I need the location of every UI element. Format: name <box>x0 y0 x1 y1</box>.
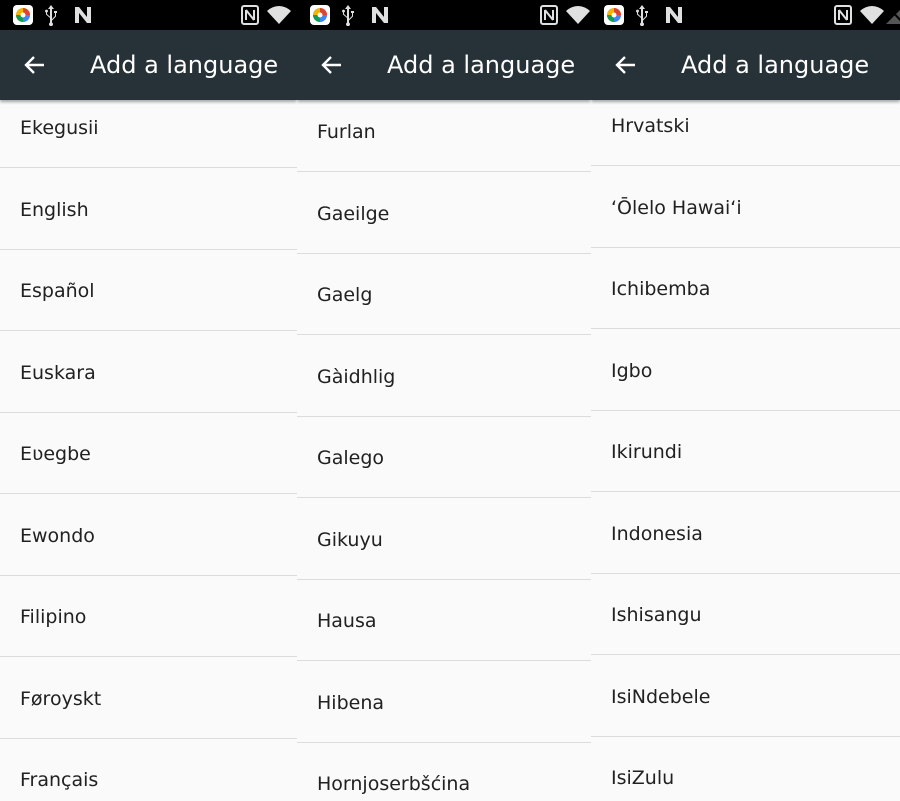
language-list-item[interactable]: Euskara <box>0 332 297 413</box>
language-name: ʻŌlelo Hawaiʻi <box>611 196 742 219</box>
language-list-item[interactable]: Hornjoserbšćina <box>297 743 591 801</box>
language-list-item[interactable]: Gàidhlig <box>297 336 591 417</box>
screen-panel-2: Add a language Furlan Gaeilge Gaelg Gàidhlig… <box>297 0 591 801</box>
language-list-item[interactable]: Ishisangu <box>591 574 900 655</box>
app-bar: Add a language <box>297 30 591 100</box>
language-list-item[interactable]: Eʋegbe <box>0 413 297 494</box>
language-name: Ekegusii <box>20 117 99 139</box>
language-name: Føroyskt <box>20 687 102 710</box>
language-list-item[interactable]: English <box>0 169 297 250</box>
language-name: Hrvatski <box>611 115 690 137</box>
language-list-item[interactable]: Ewondo <box>0 495 297 576</box>
language-name: Gikuyu <box>317 528 383 551</box>
language-name: IsiZulu <box>611 767 675 789</box>
app-notification-icon <box>309 4 331 30</box>
language-list-item[interactable]: Hibena <box>297 662 591 743</box>
language-list-item[interactable]: Føroyskt <box>0 658 297 739</box>
language-name: Filipino <box>20 606 87 628</box>
app-bar: Add a language <box>591 30 900 100</box>
language-name: IsiNdebele <box>611 685 711 708</box>
language-name: Hibena <box>317 691 385 714</box>
language-name: Español <box>20 280 95 302</box>
usb-icon <box>42 4 60 30</box>
back-arrow-icon[interactable] <box>319 53 345 77</box>
page-title: Add a language <box>90 51 279 79</box>
nfc-icon <box>833 4 853 30</box>
language-name: Hausa <box>317 610 377 632</box>
language-list-item[interactable]: Furlan <box>297 91 591 172</box>
language-list-item[interactable]: Ikirundi <box>591 411 900 492</box>
language-name: Ichibemba <box>611 278 711 300</box>
signal-icon <box>885 4 900 30</box>
language-name: English <box>20 198 89 221</box>
language-name: Eʋegbe <box>20 443 91 465</box>
language-name: Ewondo <box>20 524 95 547</box>
app-bar: Add a language <box>0 30 297 100</box>
language-list-item[interactable]: Hausa <box>297 580 591 661</box>
language-name: Gàidhlig <box>317 365 396 388</box>
language-name: Euskara <box>20 361 96 384</box>
app-notification-icon <box>603 4 625 30</box>
n-notification-icon <box>72 4 94 30</box>
app-notification-icon <box>12 4 34 30</box>
nfc-icon <box>240 4 260 30</box>
language-name: Ishisangu <box>611 604 702 626</box>
language-name: Furlan <box>317 121 376 143</box>
language-name: Igbo <box>611 359 653 382</box>
language-name: Gaelg <box>317 284 373 306</box>
status-bar <box>591 0 900 30</box>
language-name: Indonesia <box>611 522 703 545</box>
language-name: Français <box>20 769 99 791</box>
language-list-item[interactable]: Gaeilge <box>297 173 591 254</box>
n-notification-icon <box>663 4 685 30</box>
language-list-item[interactable]: Igbo <box>591 330 900 411</box>
nfc-icon <box>539 4 559 30</box>
language-name: Ikirundi <box>611 441 683 463</box>
back-arrow-icon[interactable] <box>22 53 48 77</box>
language-list-item[interactable]: Gikuyu <box>297 499 591 580</box>
language-list-item[interactable]: Ichibemba <box>591 248 900 329</box>
usb-icon <box>633 4 651 30</box>
language-list-item[interactable]: Indonesia <box>591 493 900 574</box>
language-name: Gaeilge <box>317 202 390 225</box>
language-list-item[interactable]: Galego <box>297 417 591 498</box>
language-name: Galego <box>317 447 385 469</box>
language-name: Hornjoserbšćina <box>317 773 471 795</box>
wifi-icon <box>859 4 885 30</box>
language-list-item[interactable]: Filipino <box>0 576 297 657</box>
language-list-item[interactable]: IsiNdebele <box>591 656 900 737</box>
screen-panel-1: Add a language Ekegusii English Español Eusk… <box>0 0 297 801</box>
back-arrow-icon[interactable] <box>613 53 639 77</box>
usb-icon <box>339 4 357 30</box>
wifi-icon <box>266 4 292 30</box>
wifi-icon <box>565 4 591 30</box>
page-title: Add a language <box>387 51 576 79</box>
language-list-item[interactable]: ʻŌlelo Hawaiʻi <box>591 167 900 248</box>
language-list-item[interactable]: IsiZulu <box>591 737 900 801</box>
language-list-item[interactable]: Français <box>0 739 297 801</box>
n-notification-icon <box>369 4 391 30</box>
page-title: Add a language <box>681 51 870 79</box>
screen-panel-3: Add a language Hrvatski ʻŌlelo Hawaiʻi Ichi… <box>591 0 900 801</box>
language-list-item[interactable]: Español <box>0 250 297 331</box>
status-bar <box>0 0 297 30</box>
language-list-item[interactable]: Gaelg <box>297 254 591 335</box>
status-bar <box>297 0 591 30</box>
